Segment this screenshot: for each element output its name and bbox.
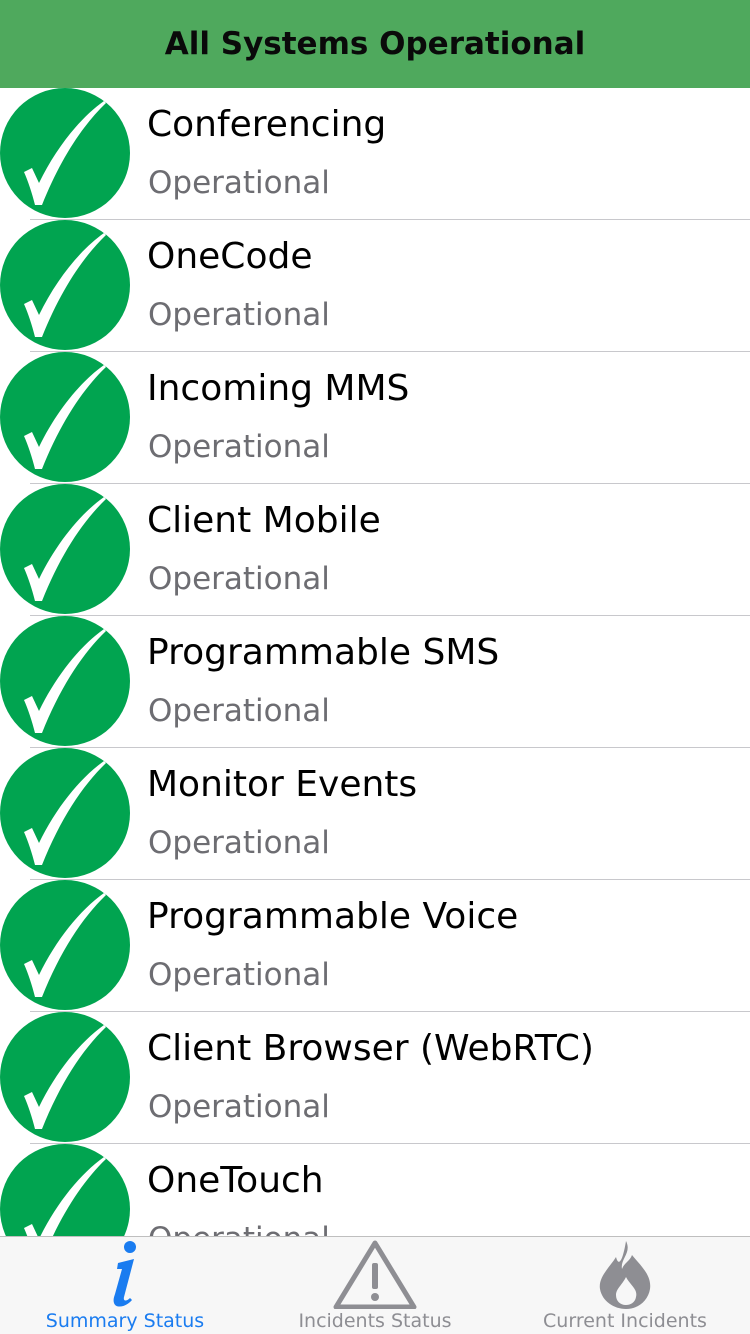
service-row[interactable]: Incoming MMS Operational <box>0 352 750 484</box>
service-name: Incoming MMS <box>147 368 410 409</box>
service-status: Operational <box>148 825 330 861</box>
service-row[interactable]: Programmable SMS Operational <box>0 616 750 748</box>
service-name: OneTouch <box>147 1160 324 1201</box>
service-name: Conferencing <box>147 104 387 145</box>
service-row[interactable]: Conferencing Operational <box>0 88 750 220</box>
status-banner: All Systems Operational <box>0 0 750 88</box>
service-row[interactable]: Client Browser (WebRTC) Operational <box>0 1012 750 1144</box>
info-icon <box>113 1241 136 1307</box>
tab-bar: Summary Status Incidents Status Current … <box>0 1236 750 1334</box>
warning-icon <box>333 1240 417 1309</box>
check-circle-icon <box>0 352 130 482</box>
check-circle-icon <box>0 1012 130 1142</box>
service-list[interactable]: Conferencing Operational OneCode Operati… <box>0 88 750 1236</box>
service-status: Operational <box>148 1221 330 1236</box>
service-row[interactable]: OneCode Operational <box>0 220 750 352</box>
overall-status-title: All Systems Operational <box>164 26 586 62</box>
service-row[interactable]: Monitor Events Operational <box>0 748 750 880</box>
tab-label: Current Incidents <box>543 1310 707 1332</box>
check-circle-icon <box>0 484 130 614</box>
check-circle-icon <box>0 88 130 218</box>
tab-label: Summary Status <box>45 1310 205 1332</box>
service-name: Monitor Events <box>147 764 418 805</box>
service-name: Client Browser (WebRTC) <box>147 1028 594 1069</box>
tab-label: Incidents Status <box>298 1310 452 1332</box>
check-circle-icon <box>0 748 130 878</box>
tab-summary-status[interactable]: Summary Status <box>0 1237 250 1334</box>
check-circle-icon <box>0 220 130 350</box>
check-circle-icon <box>0 880 130 1010</box>
service-name: Client Mobile <box>147 500 381 541</box>
tab-incidents-status[interactable]: Incidents Status <box>250 1237 500 1334</box>
flame-icon <box>599 1241 651 1309</box>
service-name: Programmable Voice <box>147 896 519 937</box>
service-status: Operational <box>148 165 330 201</box>
check-circle-icon <box>0 616 130 746</box>
app-screen: All Systems Operational Conferencing Ope… <box>0 0 750 1334</box>
service-row[interactable]: Programmable Voice Operational <box>0 880 750 1012</box>
service-name: Programmable SMS <box>147 632 500 673</box>
service-status: Operational <box>148 297 330 333</box>
service-row[interactable]: OneTouch Operational <box>0 1144 750 1236</box>
service-status: Operational <box>148 957 330 993</box>
tab-current-incidents[interactable]: Current Incidents <box>500 1237 750 1334</box>
service-status: Operational <box>148 1089 330 1125</box>
service-status: Operational <box>148 561 330 597</box>
service-name: OneCode <box>147 236 313 277</box>
service-row[interactable]: Client Mobile Operational <box>0 484 750 616</box>
service-status: Operational <box>148 429 330 465</box>
check-circle-icon <box>0 1144 130 1236</box>
service-status: Operational <box>148 693 330 729</box>
